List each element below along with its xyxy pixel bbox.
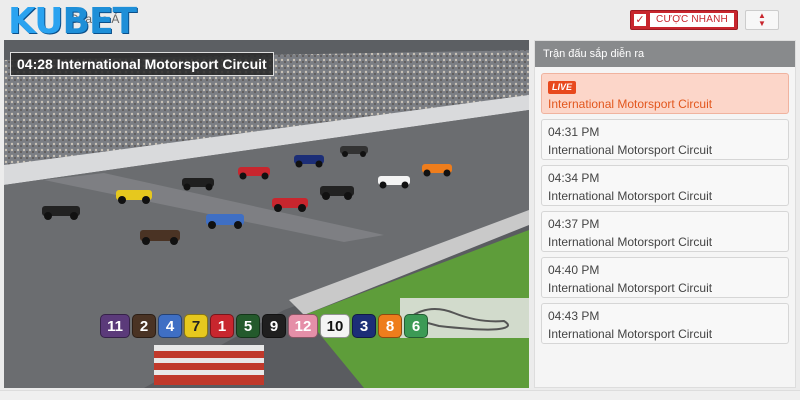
race-item[interactable]: 04:31 PM International Motorsport Circuit [541,119,789,160]
position-number: 9 [262,314,286,338]
position-number: 4 [158,314,182,338]
race-name: International Motorsport Circuit [548,97,713,111]
race-item[interactable]: 04:37 PM International Motorsport Circuit [541,211,789,252]
race-time: 04:40 PM [548,263,600,277]
position-number: 7 [184,314,208,338]
position-number: 10 [320,314,350,338]
race-name: International Motorsport Circuit [548,281,713,295]
race-item[interactable]: 04:43 PM International Motorsport Circuit [541,303,789,344]
race-time: 04:37 PM [548,217,600,231]
race-name: International Motorsport Circuit [548,327,713,341]
race-name: International Motorsport Circuit [548,189,713,203]
race-time: 04:34 PM [548,171,600,185]
panel-title: Trận đấu sắp diễn ra [535,41,795,67]
upcoming-races-panel: Trận đấu sắp diễn ra LIVE International M… [534,40,796,388]
race-item[interactable]: 04:34 PM International Motorsport Circuit [541,165,789,206]
sort-arrows-icon: ▲ ▼ [758,11,766,28]
live-badge: LIVE [548,81,577,94]
race-status: LIVE [548,78,782,94]
race-time: 04:31 PM [548,125,600,139]
position-number: 11 [100,314,130,338]
race-time: 04:43 PM [548,309,600,323]
position-number: 5 [236,314,260,338]
race-name: International Motorsport Circuit [548,235,713,249]
position-number: 12 [288,314,318,338]
race-position-numbers: 11 2 4 7 1 5 9 12 10 3 8 6 [100,314,428,338]
race-name: International Motorsport Circuit [548,143,713,157]
quick-bet-toggle[interactable]: ✓ CƯỢC NHANH [630,10,738,30]
bottom-bar [0,390,800,400]
top-bar: Đua xe Ả KUBET ✓ CƯỢC NHANH ▲ ▼ [0,0,800,40]
quick-bet-label: CƯỢC NHANH [650,13,734,27]
position-number: 1 [210,314,234,338]
position-number: 2 [132,314,156,338]
kubet-logo[interactable]: KUBET [8,1,138,42]
race-video-player[interactable]: 04:28 International Motorsport Circuit 1… [4,40,529,388]
logo-suffix: BET [62,1,138,42]
race-title: 04:28 International Motorsport Circuit [10,52,274,76]
sort-button[interactable]: ▲ ▼ [745,10,779,30]
position-number: 3 [352,314,376,338]
race-item-live[interactable]: LIVE International Motorsport Circuit [541,73,789,114]
checkbox-checked-icon[interactable]: ✓ [634,14,646,26]
race-item[interactable]: 04:40 PM International Motorsport Circuit [541,257,789,298]
position-number: 6 [404,314,428,338]
race-list: LIVE International Motorsport Circuit 04:3… [535,67,795,344]
position-number: 8 [378,314,402,338]
logo-prefix: KU [8,1,63,42]
